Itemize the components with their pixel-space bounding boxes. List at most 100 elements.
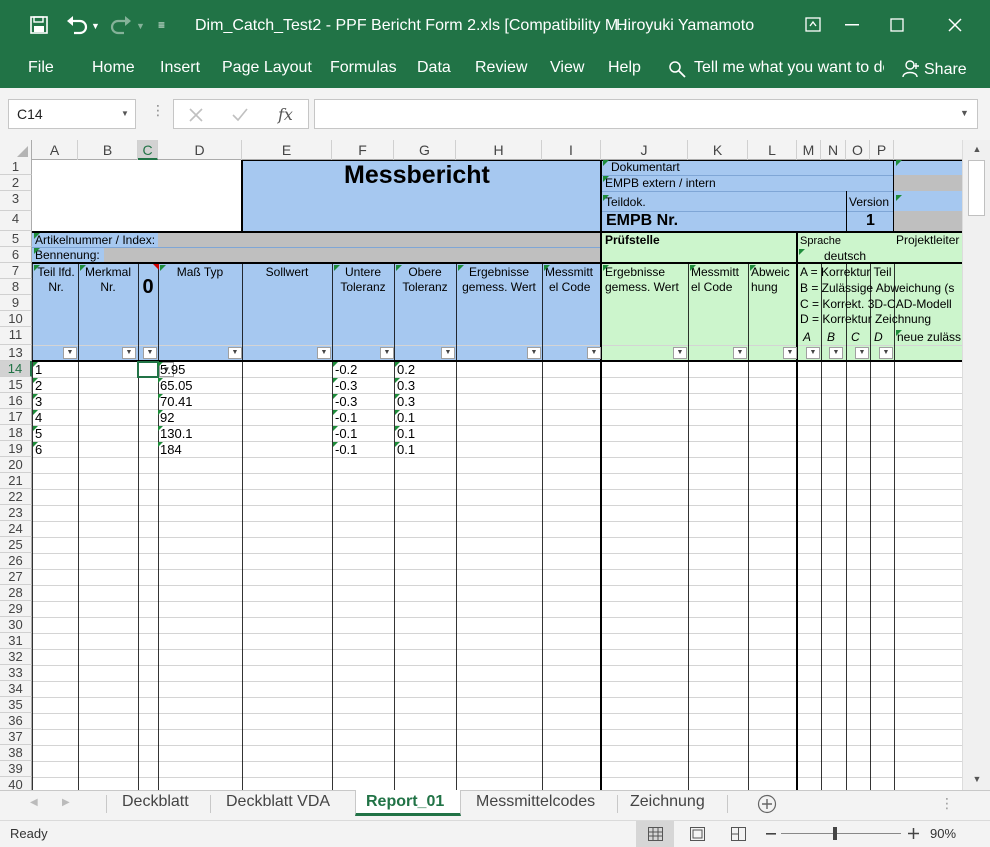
- sheet-tab-report-01[interactable]: Report_01: [366, 791, 444, 817]
- undo-icon[interactable]: [66, 15, 88, 35]
- filter-dropdown-i[interactable]: ▼: [587, 347, 601, 359]
- formula-bar-options-icon[interactable]: ⋮: [151, 102, 165, 119]
- redo-icon[interactable]: [110, 15, 132, 35]
- filter-dropdown-f[interactable]: ▼: [380, 347, 394, 359]
- filter-dropdown-n[interactable]: ▼: [829, 347, 843, 359]
- filter-dropdown-d[interactable]: ▼: [228, 347, 242, 359]
- filter-dropdown-b[interactable]: ▼: [122, 347, 136, 359]
- cell-f-18[interactable]: -0.1: [335, 426, 357, 441]
- next-sheet-arrow-icon[interactable]: ▶: [62, 797, 70, 808]
- column-header-b[interactable]: B: [78, 140, 138, 160]
- prev-sheet-arrow-icon[interactable]: ◀: [30, 797, 38, 808]
- row-header-14[interactable]: 14: [0, 361, 32, 377]
- row-header-29[interactable]: 29: [0, 601, 32, 617]
- row-header-40[interactable]: 40: [0, 777, 32, 790]
- row-header-16[interactable]: 16: [0, 393, 32, 409]
- row-header-1[interactable]: 1: [0, 159, 32, 175]
- row-header-4[interactable]: 4: [0, 211, 32, 231]
- row-header-10[interactable]: 10: [0, 311, 32, 327]
- row-header-38[interactable]: 38: [0, 745, 32, 761]
- column-header-h[interactable]: H: [456, 140, 542, 160]
- expand-formula-bar-icon[interactable]: ▼: [960, 108, 969, 118]
- row-header-24[interactable]: 24: [0, 521, 32, 537]
- formula-input[interactable]: ▼: [314, 99, 978, 129]
- tab-help[interactable]: Help: [608, 59, 641, 77]
- close-icon[interactable]: [948, 18, 962, 32]
- row-header-39[interactable]: 39: [0, 761, 32, 777]
- row-header-34[interactable]: 34: [0, 681, 32, 697]
- filter-dropdown-e[interactable]: ▼: [317, 347, 331, 359]
- row-header-6[interactable]: 6: [0, 247, 32, 263]
- add-sheet-icon[interactable]: [757, 794, 777, 814]
- row-header-26[interactable]: 26: [0, 553, 32, 569]
- scroll-thumb[interactable]: [968, 160, 985, 216]
- ribbon-display-options-icon[interactable]: [805, 17, 821, 32]
- cell-grid[interactable]: ABCDEFGHIJKLMNOP 1 2 3 4 5 6 7 8 9 10 11 13 14 15 16 17…: [0, 140, 962, 790]
- scroll-up-arrow[interactable]: ▲: [963, 140, 990, 158]
- cell-f-17[interactable]: -0.1: [335, 410, 357, 425]
- filter-dropdown-k[interactable]: ▼: [733, 347, 747, 359]
- row-header-3[interactable]: 3: [0, 191, 32, 211]
- row-header-21[interactable]: 21: [0, 473, 32, 489]
- cell-d-18[interactable]: 130.1: [160, 426, 193, 441]
- zoom-out-icon[interactable]: [766, 833, 776, 835]
- sheet-tab-deckblatt-vda[interactable]: Deckblatt VDA: [226, 791, 330, 817]
- column-header-m[interactable]: M: [797, 140, 821, 160]
- cell-f-14[interactable]: -0.2: [335, 362, 357, 377]
- cell-d-15[interactable]: 65.05: [160, 378, 193, 393]
- row-header-15[interactable]: 15: [0, 377, 32, 393]
- column-header-o[interactable]: O: [846, 140, 870, 160]
- row-header-20[interactable]: 20: [0, 457, 32, 473]
- column-header-l[interactable]: L: [748, 140, 797, 160]
- cancel-icon[interactable]: [189, 108, 203, 122]
- column-header-d[interactable]: D: [158, 140, 242, 160]
- customize-qat-icon[interactable]: ≡: [158, 15, 165, 35]
- tab-file[interactable]: File: [28, 59, 54, 77]
- row-header-7[interactable]: 7: [0, 263, 32, 279]
- tell-me-input[interactable]: Tell me what you want to do: [694, 59, 884, 77]
- tab-view[interactable]: View: [550, 59, 584, 77]
- selected-cell-c14[interactable]: [137, 361, 159, 378]
- row-header-22[interactable]: 22: [0, 489, 32, 505]
- cell-f-16[interactable]: -0.3: [335, 394, 357, 409]
- vertical-scrollbar[interactable]: ▲ ▼: [962, 140, 990, 790]
- user-name[interactable]: Hiroyuki Yamamoto: [616, 16, 754, 36]
- maximize-icon[interactable]: [890, 18, 904, 32]
- row-header-19[interactable]: 19: [0, 441, 32, 457]
- column-header-f[interactable]: F: [332, 140, 394, 160]
- row-header-23[interactable]: 23: [0, 505, 32, 521]
- filter-dropdown-p[interactable]: ▼: [879, 347, 893, 359]
- row-header-8[interactable]: 8: [0, 279, 32, 295]
- row-header-2[interactable]: 2: [0, 175, 32, 191]
- filter-dropdown-j[interactable]: ▼: [673, 347, 687, 359]
- row-header-5[interactable]: 5: [0, 231, 32, 247]
- tab-home[interactable]: Home: [92, 59, 135, 77]
- filter-dropdown-c[interactable]: ▼: [143, 347, 157, 359]
- filter-dropdown-a[interactable]: ▼: [63, 347, 77, 359]
- row-header-33[interactable]: 33: [0, 665, 32, 681]
- tab-insert[interactable]: Insert: [160, 59, 200, 77]
- tab-split-handle-icon[interactable]: ⋮: [940, 795, 954, 812]
- row-header-27[interactable]: 27: [0, 569, 32, 585]
- share-icon[interactable]: [902, 60, 920, 78]
- column-header-i[interactable]: I: [542, 140, 601, 160]
- column-header-j[interactable]: J: [601, 140, 688, 160]
- row-header-18[interactable]: 18: [0, 425, 32, 441]
- enter-icon[interactable]: [232, 108, 248, 122]
- redo-dropdown-icon[interactable]: ▼: [136, 16, 145, 36]
- cell-d-19[interactable]: 184: [160, 442, 182, 457]
- row-header-13[interactable]: 13: [0, 345, 32, 361]
- row-header-30[interactable]: 30: [0, 617, 32, 633]
- row-header-9[interactable]: 9: [0, 295, 32, 311]
- tab-page-layout[interactable]: Page Layout: [222, 59, 312, 77]
- normal-view-button[interactable]: [636, 821, 674, 847]
- row-header-11[interactable]: 11: [0, 327, 32, 345]
- column-header-n[interactable]: N: [821, 140, 846, 160]
- sheet-tab-deckblatt[interactable]: Deckblatt: [122, 791, 189, 817]
- cell-d-16[interactable]: 70.41: [160, 394, 193, 409]
- tab-formulas[interactable]: Formulas: [330, 59, 397, 77]
- cell-d-14[interactable]: 5.95: [160, 362, 185, 377]
- share-button[interactable]: Share: [924, 61, 967, 79]
- page-break-view-icon[interactable]: [731, 827, 746, 841]
- row-header-31[interactable]: 31: [0, 633, 32, 649]
